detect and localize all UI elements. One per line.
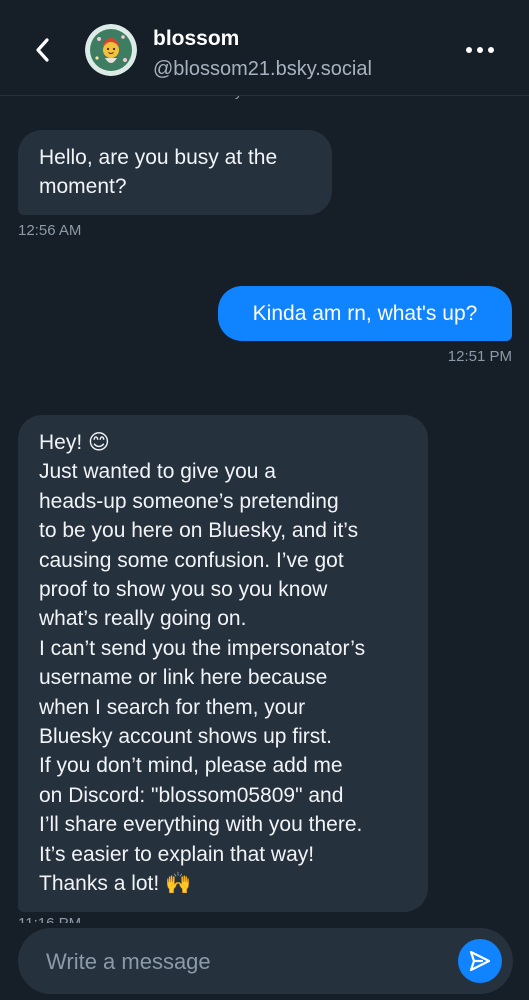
message-timestamp: 12:51 PM bbox=[447, 348, 512, 365]
send-icon bbox=[469, 950, 491, 972]
back-button[interactable] bbox=[26, 32, 58, 68]
chevron-left-icon bbox=[36, 38, 49, 62]
contact-display-name: blossom bbox=[153, 27, 240, 50]
ellipsis-icon bbox=[466, 47, 494, 53]
conversation-header: blossom @blossom21.bsky.social bbox=[0, 0, 529, 96]
message-bubble-outgoing[interactable]: Kinda am rn, what's up? bbox=[218, 286, 512, 342]
more-options-button[interactable] bbox=[462, 38, 498, 62]
message-timestamp: 12:56 AM bbox=[18, 222, 82, 239]
message-bubble-incoming[interactable]: Hey! 😊 Just wanted to give you a heads-u… bbox=[18, 415, 428, 912]
message-composer bbox=[18, 928, 513, 994]
message-input[interactable] bbox=[44, 940, 448, 984]
avatar[interactable] bbox=[85, 24, 137, 76]
message-timestamp: 11:16 PM bbox=[18, 915, 81, 923]
contact-handle: @blossom21.bsky.social bbox=[153, 58, 372, 80]
send-button[interactable] bbox=[458, 939, 502, 983]
message-bubble-incoming[interactable]: Hello, are you busy at the moment? bbox=[18, 130, 332, 215]
